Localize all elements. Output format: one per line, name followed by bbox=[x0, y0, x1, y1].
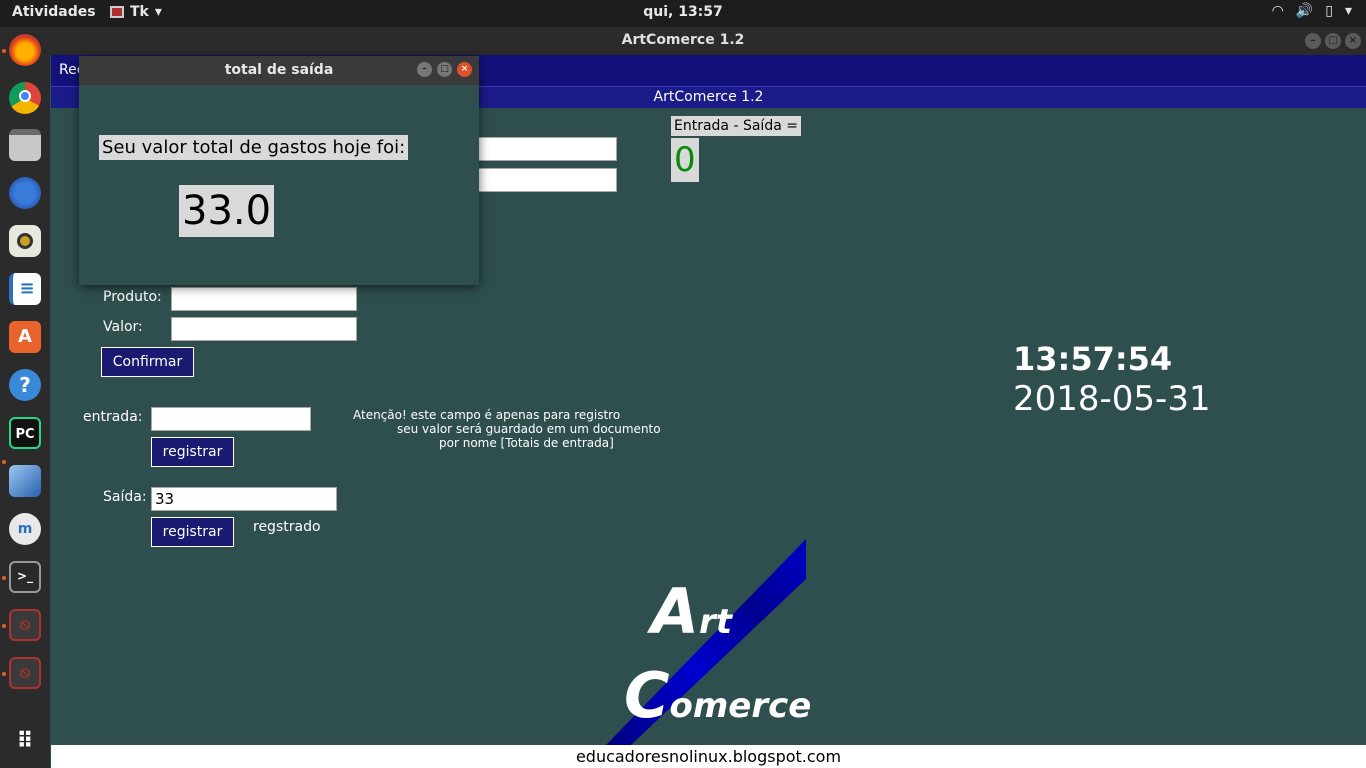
tk-window-icon[interactable]: ⦸ bbox=[9, 609, 41, 641]
thunderbird-icon[interactable] bbox=[9, 177, 41, 209]
chevron-down-icon[interactable]: ▾ bbox=[1345, 3, 1352, 19]
dock: ≡ A ? PC m >_ ⦸ ⦸ ⠿ bbox=[0, 27, 50, 768]
artcomerce-logo: Art Comerce bbox=[606, 539, 866, 745]
terminal-icon[interactable]: >_ bbox=[9, 561, 41, 593]
dialog-titlebar[interactable]: total de saída – □ × bbox=[79, 56, 479, 85]
minimize-button[interactable]: – bbox=[417, 62, 432, 77]
system-tray[interactable]: ◠ 🔊 ▯ ▾ bbox=[1272, 3, 1352, 19]
chrome-icon[interactable] bbox=[9, 82, 41, 114]
files-icon[interactable] bbox=[9, 129, 41, 161]
rhythmbox-icon[interactable] bbox=[9, 225, 41, 257]
close-button[interactable]: × bbox=[457, 62, 472, 77]
saida-input[interactable]: 33 bbox=[151, 487, 337, 511]
virtualbox-icon[interactable] bbox=[9, 465, 41, 497]
wifi-icon[interactable]: ◠ bbox=[1272, 3, 1284, 19]
registrado-status: regstrado bbox=[253, 519, 321, 535]
volume-icon[interactable]: 🔊 bbox=[1296, 3, 1313, 19]
close-button[interactable]: × bbox=[1345, 33, 1361, 49]
firefox-icon[interactable] bbox=[9, 34, 41, 66]
dialog-message: Seu valor total de gastos hoje foi: bbox=[99, 135, 409, 160]
minimize-button[interactable]: – bbox=[1305, 33, 1321, 49]
running-indicator bbox=[2, 576, 6, 580]
window-title: ArtComerce 1.2 bbox=[621, 32, 745, 48]
top-clock[interactable]: qui, 13:57 bbox=[0, 4, 1366, 20]
confirmar-button[interactable]: Confirmar bbox=[101, 347, 194, 377]
dialog-total: 33.0 bbox=[179, 185, 275, 237]
hidden-field-2[interactable] bbox=[476, 168, 617, 192]
window-titlebar[interactable]: ArtComerce 1.2 – □ × bbox=[0, 27, 1366, 55]
running-indicator bbox=[2, 49, 6, 53]
top-bar: Atividades Tk ▾ qui, 13:57 ◠ 🔊 ▯ ▾ bbox=[0, 0, 1366, 27]
logo-word-comerce: Comerce bbox=[624, 659, 812, 732]
running-indicator bbox=[2, 624, 6, 628]
writer-icon[interactable]: ≡ bbox=[9, 273, 41, 305]
valor-input[interactable] bbox=[171, 317, 357, 341]
registrar-entrada-button[interactable]: registrar bbox=[151, 437, 234, 467]
total-saida-dialog: total de saída – □ × Seu valor total de … bbox=[79, 56, 479, 285]
produto-label: Produto: bbox=[103, 289, 162, 305]
balance-label: Entrada - Saída = bbox=[671, 116, 801, 136]
musescore-icon[interactable]: m bbox=[9, 513, 41, 545]
battery-icon[interactable]: ▯ bbox=[1325, 3, 1333, 19]
tk-window-icon[interactable]: ⦸ bbox=[9, 657, 41, 689]
pycharm-icon[interactable]: PC bbox=[9, 417, 41, 449]
maximize-button[interactable]: □ bbox=[1325, 33, 1341, 49]
clock-time: 13:57:54 bbox=[1013, 340, 1173, 378]
note-line: seu valor será guardado em um documento bbox=[397, 422, 661, 436]
help-icon[interactable]: ? bbox=[9, 369, 41, 401]
entrada-label: entrada: bbox=[83, 409, 143, 425]
saida-label: Saída: bbox=[103, 489, 147, 505]
registrar-saida-button[interactable]: registrar bbox=[151, 517, 234, 547]
clock-date: 2018-05-31 bbox=[1013, 379, 1211, 419]
note-line: Atenção! este campo é apenas para regist… bbox=[353, 408, 621, 422]
hidden-field-1[interactable] bbox=[476, 137, 617, 161]
software-icon[interactable]: A bbox=[9, 321, 41, 353]
show-apps-icon[interactable]: ⠿ bbox=[9, 727, 41, 759]
entrada-note: Atenção! este campo é apenas para regist… bbox=[351, 408, 661, 450]
note-line: por nome [Totais de entrada] bbox=[439, 436, 614, 450]
entrada-input[interactable] bbox=[151, 407, 311, 431]
logo-word-art: Art bbox=[651, 575, 733, 648]
valor-label: Valor: bbox=[103, 319, 143, 335]
balance-value: 0 bbox=[671, 138, 699, 182]
produto-input[interactable] bbox=[171, 287, 357, 311]
running-indicator bbox=[2, 460, 6, 464]
footer-url: educadoresnolinux.blogspot.com bbox=[51, 745, 1366, 768]
maximize-button[interactable]: □ bbox=[437, 62, 452, 77]
running-indicator bbox=[2, 672, 6, 676]
